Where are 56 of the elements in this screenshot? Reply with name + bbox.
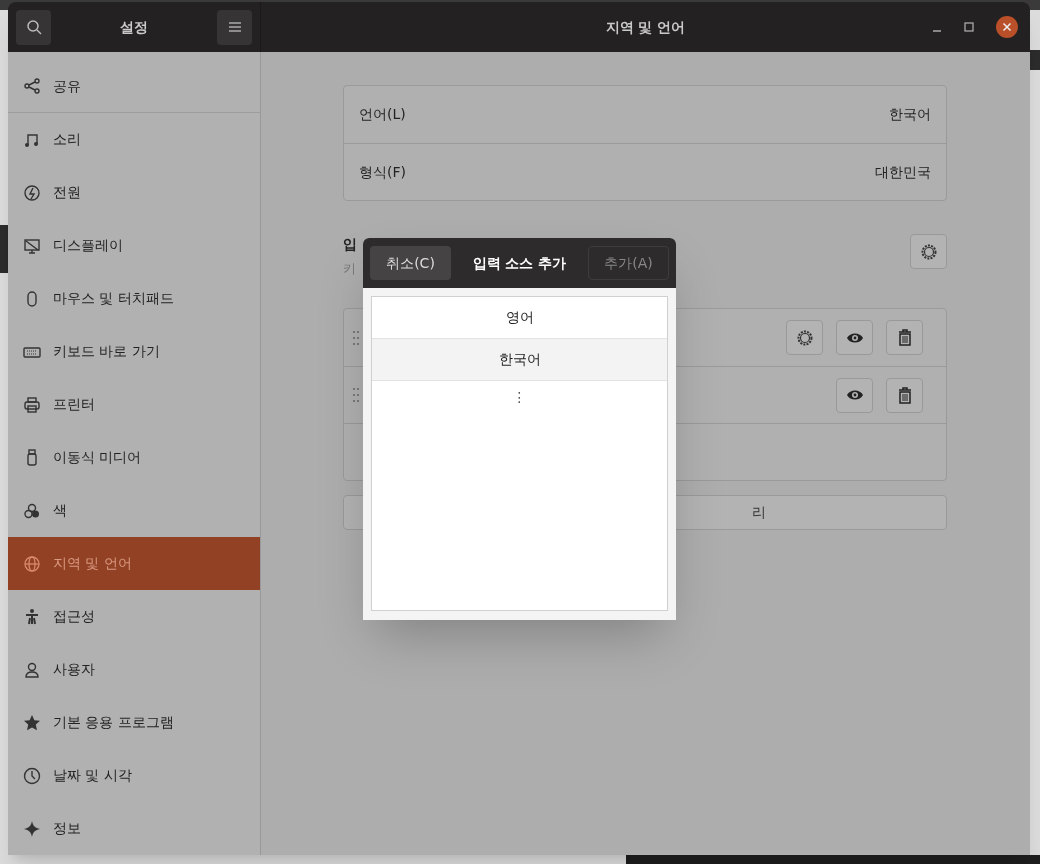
sidebar-item[interactable]: 디스플레이 [8,219,260,272]
sidebar-item[interactable]: 공유 [8,60,260,113]
trash-icon [897,329,912,346]
language-option[interactable]: 한국어 [372,339,667,381]
sidebar-item[interactable]: 소리 [8,113,260,166]
menu-icon [228,22,241,32]
close-icon[interactable] [996,16,1018,38]
page-title: 지역 및 언어 [605,17,686,37]
maximize-icon[interactable] [964,22,974,32]
sidebar-item[interactable]: 전원 [8,166,260,219]
sidebar-item[interactable]: 이동식 미디어 [8,431,260,484]
section-heading: 입 [343,235,357,254]
display-icon [23,236,41,255]
accessibility-icon [23,607,41,626]
color-circles-icon [23,501,41,520]
settings-icon [919,242,938,261]
sidebar-item[interactable]: 색 [8,484,260,537]
preview-button[interactable] [836,320,873,355]
sidebar-item[interactable]: 사용자 [8,643,260,696]
user-icon [23,660,41,679]
sidebar-item[interactable]: 정보 [8,802,260,855]
eye-icon [845,331,864,344]
remove-button[interactable] [886,377,923,413]
row-value: 한국어 [889,105,931,124]
star-icon [23,713,41,732]
sidebar-item[interactable]: 키보드 바로 가기 [8,325,260,378]
search-button[interactable] [16,9,51,45]
row-value: 대한민국 [875,162,931,182]
cancel-button[interactable]: 취소(C) [370,246,451,280]
sidebar-item[interactable]: 마우스 및 터치패드 [8,272,260,325]
settings-button[interactable] [786,320,823,355]
preview-button[interactable] [836,377,873,413]
remove-button[interactable] [886,320,923,355]
dialog-title: 입력 소스 추가 [472,253,567,273]
row-label: 형식(F) [359,162,406,182]
more-button[interactable]: ⋮ [508,387,531,407]
search-icon [25,19,42,35]
background-window-bar [0,225,8,273]
settings-icon [795,328,814,347]
menu-button[interactable] [217,9,252,45]
sidebar-item[interactable]: 프린터 [8,378,260,431]
drag-handle-icon[interactable] [353,387,359,403]
sidebar-item[interactable]: 날짜 및 시각 [8,749,260,802]
drag-handle-icon[interactable] [353,329,359,346]
window-title: 설정 [120,17,148,37]
clock-icon [23,766,41,785]
sidebar-item[interactable]: 기본 응용 프로그램 [8,696,260,749]
sidebar-item[interactable]: 접근성 [8,590,260,643]
share-icon [23,77,41,95]
trash-icon [897,386,912,404]
power-icon [23,183,41,202]
eye-icon [845,389,864,401]
printer-icon [23,395,41,414]
settings-button[interactable] [910,234,947,269]
globe-icon [23,554,41,573]
row-label: 언어(L) [359,105,406,124]
